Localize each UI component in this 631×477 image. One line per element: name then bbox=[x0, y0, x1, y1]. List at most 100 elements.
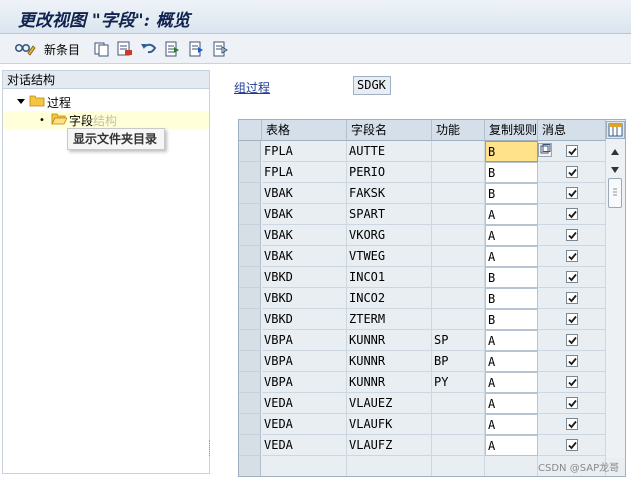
cell-copy-rule[interactable]: B bbox=[485, 309, 538, 330]
cell-message[interactable] bbox=[538, 267, 606, 288]
message-checkbox[interactable] bbox=[566, 250, 578, 262]
column-header-table[interactable]: 表格 bbox=[262, 120, 347, 141]
message-checkbox[interactable] bbox=[566, 229, 578, 241]
message-checkbox[interactable] bbox=[566, 376, 578, 388]
expand-triangle-icon[interactable] bbox=[17, 95, 29, 109]
tree-item-label: 字段 bbox=[69, 113, 94, 128]
cell-message[interactable] bbox=[538, 393, 606, 414]
scroll-thumb[interactable] bbox=[608, 178, 622, 208]
row-selector[interactable] bbox=[239, 162, 261, 183]
group-process-label[interactable]: 组过程 bbox=[234, 79, 270, 96]
select-all-icon[interactable] bbox=[164, 39, 180, 59]
cell-field-name: VTWEG bbox=[347, 246, 432, 267]
tree-item-label: 过程 bbox=[47, 95, 72, 110]
cell-copy-rule[interactable]: A bbox=[485, 204, 538, 225]
message-checkbox[interactable] bbox=[566, 313, 578, 325]
folder-icon bbox=[29, 94, 47, 110]
row-selector[interactable] bbox=[239, 309, 261, 330]
cell-table: FPLA bbox=[262, 141, 347, 162]
cell-message[interactable] bbox=[538, 330, 606, 351]
cell-copy-rule[interactable]: A bbox=[485, 225, 538, 246]
cell-copy-rule[interactable]: B bbox=[485, 162, 538, 183]
vertical-scrollbar[interactable] bbox=[606, 140, 625, 458]
cell-copy-rule[interactable]: A bbox=[485, 435, 538, 456]
deselect-all-icon[interactable] bbox=[212, 39, 228, 59]
column-header-function[interactable]: 功能 bbox=[432, 120, 485, 141]
cell-copy-rule[interactable]: A bbox=[485, 351, 538, 372]
message-checkbox[interactable] bbox=[566, 145, 578, 157]
row-selector[interactable] bbox=[239, 435, 261, 456]
cell-copy-rule[interactable]: B bbox=[485, 183, 538, 204]
row-selector[interactable] bbox=[239, 456, 261, 476]
cell-message[interactable] bbox=[538, 372, 606, 393]
tree-item-process[interactable]: 过程 bbox=[17, 93, 71, 111]
copy-icon[interactable] bbox=[94, 39, 110, 59]
cell-field-name: ZTERM bbox=[347, 309, 432, 330]
message-checkbox[interactable] bbox=[566, 334, 578, 346]
cell-field-name: SPART bbox=[347, 204, 432, 225]
column-header-message[interactable]: 消息 bbox=[538, 120, 606, 141]
scroll-up-icon[interactable] bbox=[610, 145, 620, 159]
cell-message[interactable] bbox=[538, 204, 606, 225]
cell-table: VEDA bbox=[262, 393, 347, 414]
row-selector[interactable] bbox=[239, 288, 261, 309]
message-checkbox[interactable] bbox=[566, 418, 578, 430]
row-selector[interactable] bbox=[239, 141, 261, 162]
tree-item-shadow-text: 结构 bbox=[93, 113, 118, 128]
table-settings-icon[interactable] bbox=[606, 121, 625, 139]
select-block-icon[interactable] bbox=[188, 39, 204, 59]
column-header-copy-rule[interactable]: 复制规则 bbox=[485, 120, 538, 141]
message-checkbox[interactable] bbox=[566, 208, 578, 220]
undo-icon[interactable] bbox=[140, 39, 158, 59]
cell-message[interactable] bbox=[538, 309, 606, 330]
message-checkbox[interactable] bbox=[566, 355, 578, 367]
cell-message[interactable] bbox=[538, 435, 606, 456]
cell-message[interactable] bbox=[538, 351, 606, 372]
row-selector[interactable] bbox=[239, 393, 261, 414]
cell-copy-rule[interactable]: A bbox=[485, 414, 538, 435]
cell-function bbox=[432, 456, 485, 476]
delete-icon[interactable] bbox=[117, 39, 133, 59]
message-checkbox[interactable] bbox=[566, 292, 578, 304]
cell-message[interactable] bbox=[538, 414, 606, 435]
new-entries-button[interactable]: 新条目 bbox=[44, 41, 80, 58]
tree-item-field[interactable]: • 字段 结构 bbox=[39, 111, 117, 129]
cell-table: VBKD bbox=[262, 288, 347, 309]
title-bar: 更改视图 "字段": 概览 bbox=[0, 0, 631, 34]
column-header-field-name[interactable]: 字段名 bbox=[347, 120, 432, 141]
row-selector[interactable] bbox=[239, 267, 261, 288]
cell-message[interactable] bbox=[538, 246, 606, 267]
cell-copy-rule[interactable]: A bbox=[485, 372, 538, 393]
cell-message[interactable] bbox=[538, 225, 606, 246]
cell-message[interactable] bbox=[538, 162, 606, 183]
row-selector[interactable] bbox=[239, 225, 261, 246]
cell-function bbox=[432, 162, 485, 183]
message-checkbox[interactable] bbox=[566, 439, 578, 451]
cell-copy-rule[interactable]: A bbox=[485, 393, 538, 414]
row-selector[interactable] bbox=[239, 414, 261, 435]
cell-function bbox=[432, 141, 485, 162]
row-selector[interactable] bbox=[239, 246, 261, 267]
select-all-rows-header[interactable] bbox=[239, 120, 262, 141]
row-selector[interactable] bbox=[239, 183, 261, 204]
message-checkbox[interactable] bbox=[566, 166, 578, 178]
message-checkbox[interactable] bbox=[566, 271, 578, 283]
row-selector[interactable] bbox=[239, 372, 261, 393]
row-selector[interactable] bbox=[239, 351, 261, 372]
cell-copy-rule[interactable]: B bbox=[485, 141, 538, 162]
row-selector[interactable] bbox=[239, 330, 261, 351]
display-change-icon[interactable] bbox=[14, 39, 36, 59]
cell-copy-rule[interactable]: B bbox=[485, 288, 538, 309]
cell-copy-rule[interactable]: A bbox=[485, 330, 538, 351]
cell-message[interactable] bbox=[538, 288, 606, 309]
cell-copy-rule[interactable]: B bbox=[485, 267, 538, 288]
splitter-handle[interactable] bbox=[209, 440, 212, 456]
row-selector[interactable] bbox=[239, 204, 261, 225]
cell-message[interactable] bbox=[538, 183, 606, 204]
cell-copy-rule[interactable]: A bbox=[485, 246, 538, 267]
message-checkbox[interactable] bbox=[566, 397, 578, 409]
value-help-button[interactable] bbox=[538, 143, 552, 157]
scroll-down-icon[interactable] bbox=[610, 163, 620, 177]
message-checkbox[interactable] bbox=[566, 187, 578, 199]
tooltip: 显示文件夹目录 bbox=[67, 128, 165, 150]
